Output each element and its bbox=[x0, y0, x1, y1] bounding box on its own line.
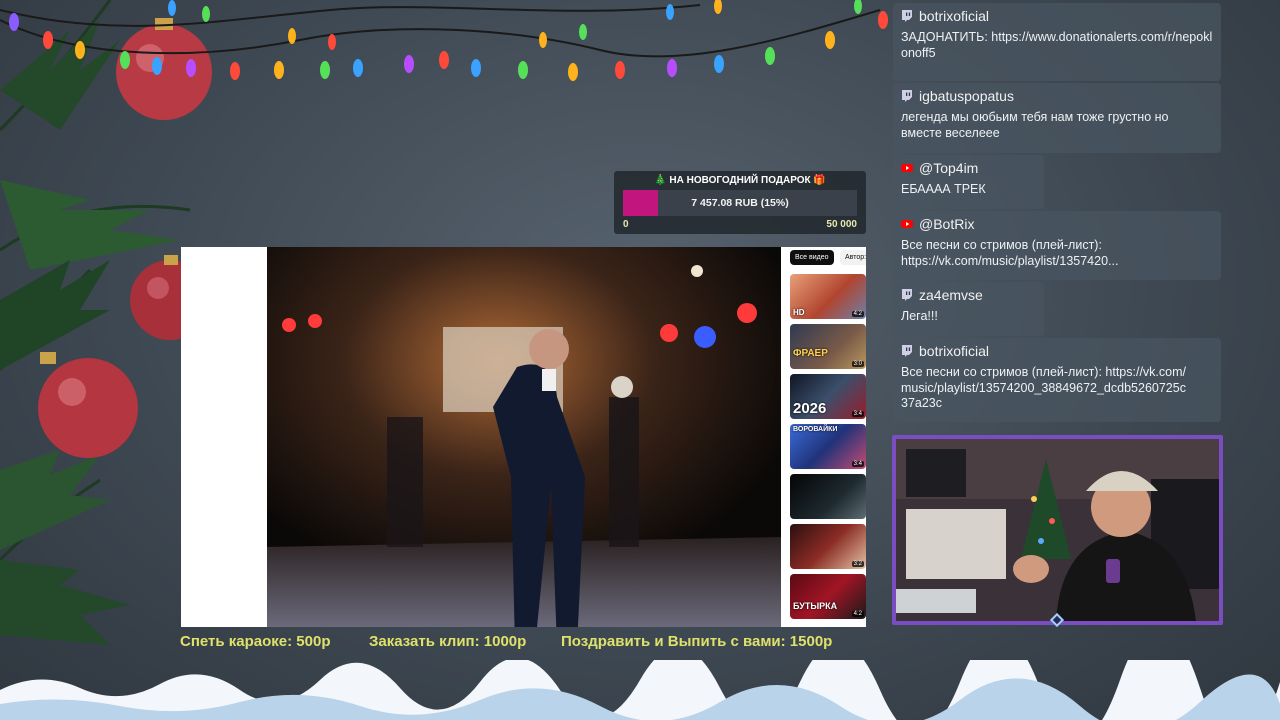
chat-text: Все песни со стримов (плей-лист): https:… bbox=[901, 238, 1119, 268]
price-congratulate: Поздравить и Выпить с вами: 1500р bbox=[561, 633, 833, 650]
all-videos-chip[interactable]: Все видео bbox=[790, 250, 834, 265]
chat-text: легенда мы оюбьим тебя нам тоже грустно … bbox=[901, 110, 1169, 140]
thumbnail-duration: 3:4 bbox=[851, 461, 864, 467]
thumbnail-title: ВОРОВАЙКИ bbox=[793, 426, 838, 433]
chat-text: ЗАДОНАТИТЬ: https://www.donationalerts.c… bbox=[901, 30, 1213, 60]
thumbnail-title: ФРАЕР bbox=[793, 348, 828, 359]
chat-text: ЕБАААА ТРЕК bbox=[901, 182, 986, 196]
price-list: Спеть караоке: 500р Заказать клип: 1000р… bbox=[180, 633, 870, 653]
chat-message: igbatuspopatus легенда мы оюбьим тебя на… bbox=[893, 83, 1221, 153]
twitch-icon bbox=[901, 90, 913, 102]
stage-performance-video bbox=[267, 247, 781, 627]
thumbnail-badge: HD bbox=[793, 308, 805, 317]
chat-message: @BotRix Все песни со стримов (плей-лист)… bbox=[893, 211, 1221, 280]
thumbnail-duration: 3:0 bbox=[851, 361, 864, 367]
price-order-clip: Заказать клип: 1000р bbox=[369, 633, 527, 650]
snow-border-decoration bbox=[0, 660, 1280, 720]
chat-text: Все песни со стримов (плей-лист): https:… bbox=[901, 365, 1186, 410]
chat-author: @Top4im bbox=[919, 160, 979, 176]
donation-goal-title: 🎄 НА НОВОГОДНИЙ ПОДАРОК 🎁 bbox=[654, 175, 826, 186]
price-karaoke: Спеть караоке: 500р bbox=[180, 633, 331, 650]
webcam-feed bbox=[896, 439, 1219, 621]
youtube-icon bbox=[901, 218, 913, 230]
donation-goal-widget: 🎄 НА НОВОГОДНИЙ ПОДАРОК 🎁 7 457.08 RUB (… bbox=[614, 171, 866, 234]
related-videos-panel: Все видео Автор: HD 4:2 ФРАЕР 3:0 2026 3… bbox=[784, 247, 866, 627]
related-video-thumbnail[interactable]: ФРАЕР 3:0 bbox=[790, 324, 866, 369]
chat-message: botrixoficial ЗАДОНАТИТЬ: https://www.do… bbox=[893, 3, 1221, 81]
video-frame[interactable] bbox=[267, 247, 781, 627]
video-player[interactable]: Все видео Автор: HD 4:2 ФРАЕР 3:0 2026 3… bbox=[181, 247, 866, 627]
related-video-thumbnail[interactable]: 2026 3:4 bbox=[790, 374, 866, 419]
twitch-icon bbox=[901, 289, 913, 301]
chat-author: botrixoficial bbox=[919, 8, 990, 24]
donation-goal-amount: 7 457.08 RUB (15%) bbox=[691, 197, 789, 209]
author-chip[interactable]: Автор: bbox=[840, 250, 866, 265]
chat-message: za4emvse Лега!!! bbox=[893, 282, 1044, 336]
thumbnail-duration: 4:2 bbox=[851, 611, 864, 617]
chat-text: Лега!!! bbox=[901, 309, 938, 323]
webcam-frame bbox=[892, 435, 1223, 625]
thumbnail-title: БУТЫРКА bbox=[793, 601, 838, 611]
thumbnail-duration: 4:2 bbox=[851, 311, 864, 317]
related-video-thumbnail[interactable]: HD 4:2 bbox=[790, 274, 866, 319]
thumbnail-title: 2026 bbox=[793, 400, 827, 417]
chat-message: @Top4im ЕБАААА ТРЕК bbox=[893, 155, 1044, 209]
donation-goal-min: 0 bbox=[623, 219, 629, 230]
related-video-thumbnail[interactable]: БУТЫРКА 4:2 bbox=[790, 574, 866, 619]
chat-author: za4emvse bbox=[919, 287, 983, 303]
donation-goal-progress-bar: 7 457.08 RUB (15%) bbox=[623, 190, 857, 216]
related-video-thumbnail[interactable]: ВОРОВАЙКИ 3:4 bbox=[790, 424, 866, 469]
chat-author: botrixoficial bbox=[919, 343, 990, 359]
chat-author: @BotRix bbox=[919, 216, 975, 232]
twitch-icon bbox=[901, 10, 913, 22]
related-video-thumbnail[interactable]: 3:2 bbox=[790, 524, 866, 569]
chat-author: igbatuspopatus bbox=[919, 88, 1014, 104]
string-lights-decoration bbox=[0, 0, 888, 81]
related-video-thumbnail[interactable] bbox=[790, 474, 866, 519]
thumbnail-duration: 3:2 bbox=[851, 561, 864, 567]
twitch-icon bbox=[901, 345, 913, 357]
youtube-icon bbox=[901, 162, 913, 174]
streamer-webcam-image bbox=[896, 439, 1219, 621]
thumbnail-duration: 3:4 bbox=[851, 411, 864, 417]
chat-message: botrixoficial Все песни со стримов (плей… bbox=[893, 338, 1221, 422]
donation-goal-max: 50 000 bbox=[826, 219, 857, 230]
